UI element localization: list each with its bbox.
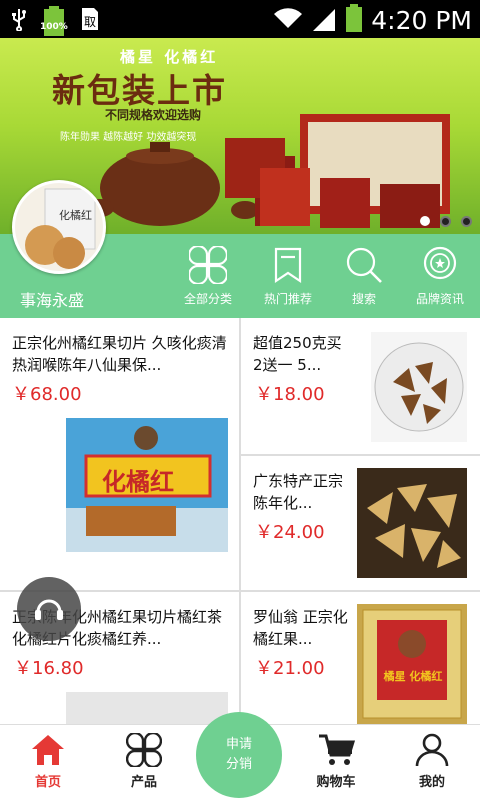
category-search-label: 搜索 — [351, 292, 376, 306]
svg-text:取: 取 — [84, 15, 96, 29]
home-icon — [32, 735, 64, 765]
battery-icon — [345, 4, 363, 36]
pager-dot[interactable] — [420, 216, 430, 226]
grid-icon — [189, 246, 227, 284]
product-title: 广东特产正宗陈年化... — [253, 472, 344, 512]
category-hot-label: 热门推荐 — [263, 292, 312, 306]
product-price: ￥16.80 — [14, 658, 84, 679]
usb-icon — [10, 7, 28, 35]
category-brand-label: 品牌资讯 — [415, 292, 464, 306]
product-image — [357, 468, 467, 578]
product-image-label: 橘星 化橘红 — [383, 670, 443, 683]
product-image — [66, 692, 228, 724]
nav-cart[interactable]: 购物车 — [288, 733, 384, 790]
user-icon — [415, 733, 449, 767]
product-image: 化橘红 — [66, 418, 228, 552]
category-all-label: 全部分类 — [183, 292, 232, 306]
search-icon — [346, 247, 382, 283]
grid-icon — [126, 733, 162, 767]
category-brand[interactable]: 品牌资讯 — [400, 246, 480, 307]
avatar-label: 化橘红 — [59, 209, 92, 222]
battery-full-icon: 100% — [40, 6, 68, 36]
status-bar: 100% 取 4:20 PM — [0, 0, 480, 38]
product-price: ￥21.00 — [255, 658, 325, 679]
bookmark-icon — [274, 247, 302, 284]
category-all[interactable]: 全部分类 — [168, 246, 248, 307]
apply-distribution-button[interactable]: 申请 分销 — [196, 712, 282, 798]
nav-cart-label: 购物车 — [316, 775, 356, 790]
headset-icon — [35, 599, 63, 620]
sim-icon: 取 — [80, 6, 100, 36]
category-hot[interactable]: 热门推荐 — [248, 246, 328, 307]
pager-dot[interactable] — [440, 216, 451, 227]
category-search[interactable]: 搜索 — [324, 246, 404, 307]
nav-home-label: 首页 — [34, 775, 61, 790]
customer-service-button[interactable] — [17, 577, 81, 641]
product-title: 正宗化州橘红果切片 久咳化痰清热润喉陈年八仙果保... — [12, 334, 227, 374]
pager-dot[interactable] — [461, 216, 472, 227]
battery-percent: 100% — [40, 22, 68, 32]
nav-mine[interactable]: 我的 — [384, 733, 480, 790]
product-title: 超值250克买2送一 5... — [253, 334, 342, 374]
product-title: 罗仙翁 正宗化橘红果... — [253, 608, 348, 648]
product-image: 橘星 化橘红 — [357, 604, 467, 724]
product-card[interactable]: 广东特产正宗陈年化... ￥24.00 — [241, 456, 480, 590]
product-price: ￥24.00 — [255, 522, 325, 543]
clock: 4:20 PM — [371, 5, 472, 35]
wifi-icon — [273, 6, 303, 34]
badge-icon — [423, 246, 457, 280]
signal-icon — [311, 5, 337, 35]
apply-label-line2: 分销 — [225, 757, 252, 772]
shop-avatar[interactable]: 化橘红 — [12, 180, 106, 274]
shop-name: 事海永盛 — [20, 291, 85, 310]
cart-icon — [319, 734, 355, 765]
product-card[interactable]: 罗仙翁 正宗化橘红果... ￥21.00 橘星 化橘红 — [241, 592, 480, 724]
banner-pager[interactable] — [420, 216, 472, 227]
apply-label-line1: 申请 — [225, 737, 252, 752]
product-price: ￥68.00 — [12, 384, 82, 405]
product-card[interactable]: 超值250克买2送一 5... ￥18.00 — [241, 318, 480, 454]
nav-home[interactable]: 首页 — [0, 733, 96, 790]
nav-products-label: 产品 — [130, 775, 157, 790]
nav-products[interactable]: 产品 — [96, 733, 192, 790]
product-price: ￥18.00 — [255, 384, 325, 405]
nav-mine-label: 我的 — [418, 775, 445, 790]
product-card[interactable]: 正宗化州橘红果切片 久咳化痰清热润喉陈年八仙果保... ￥68.00 化橘红 — [0, 318, 239, 590]
product-image-label: 化橘红 — [102, 468, 174, 496]
product-image — [371, 332, 467, 442]
product-grid: 正宗化州橘红果切片 久咳化痰清热润喉陈年八仙果保... ￥68.00 化橘红 超… — [0, 318, 480, 724]
